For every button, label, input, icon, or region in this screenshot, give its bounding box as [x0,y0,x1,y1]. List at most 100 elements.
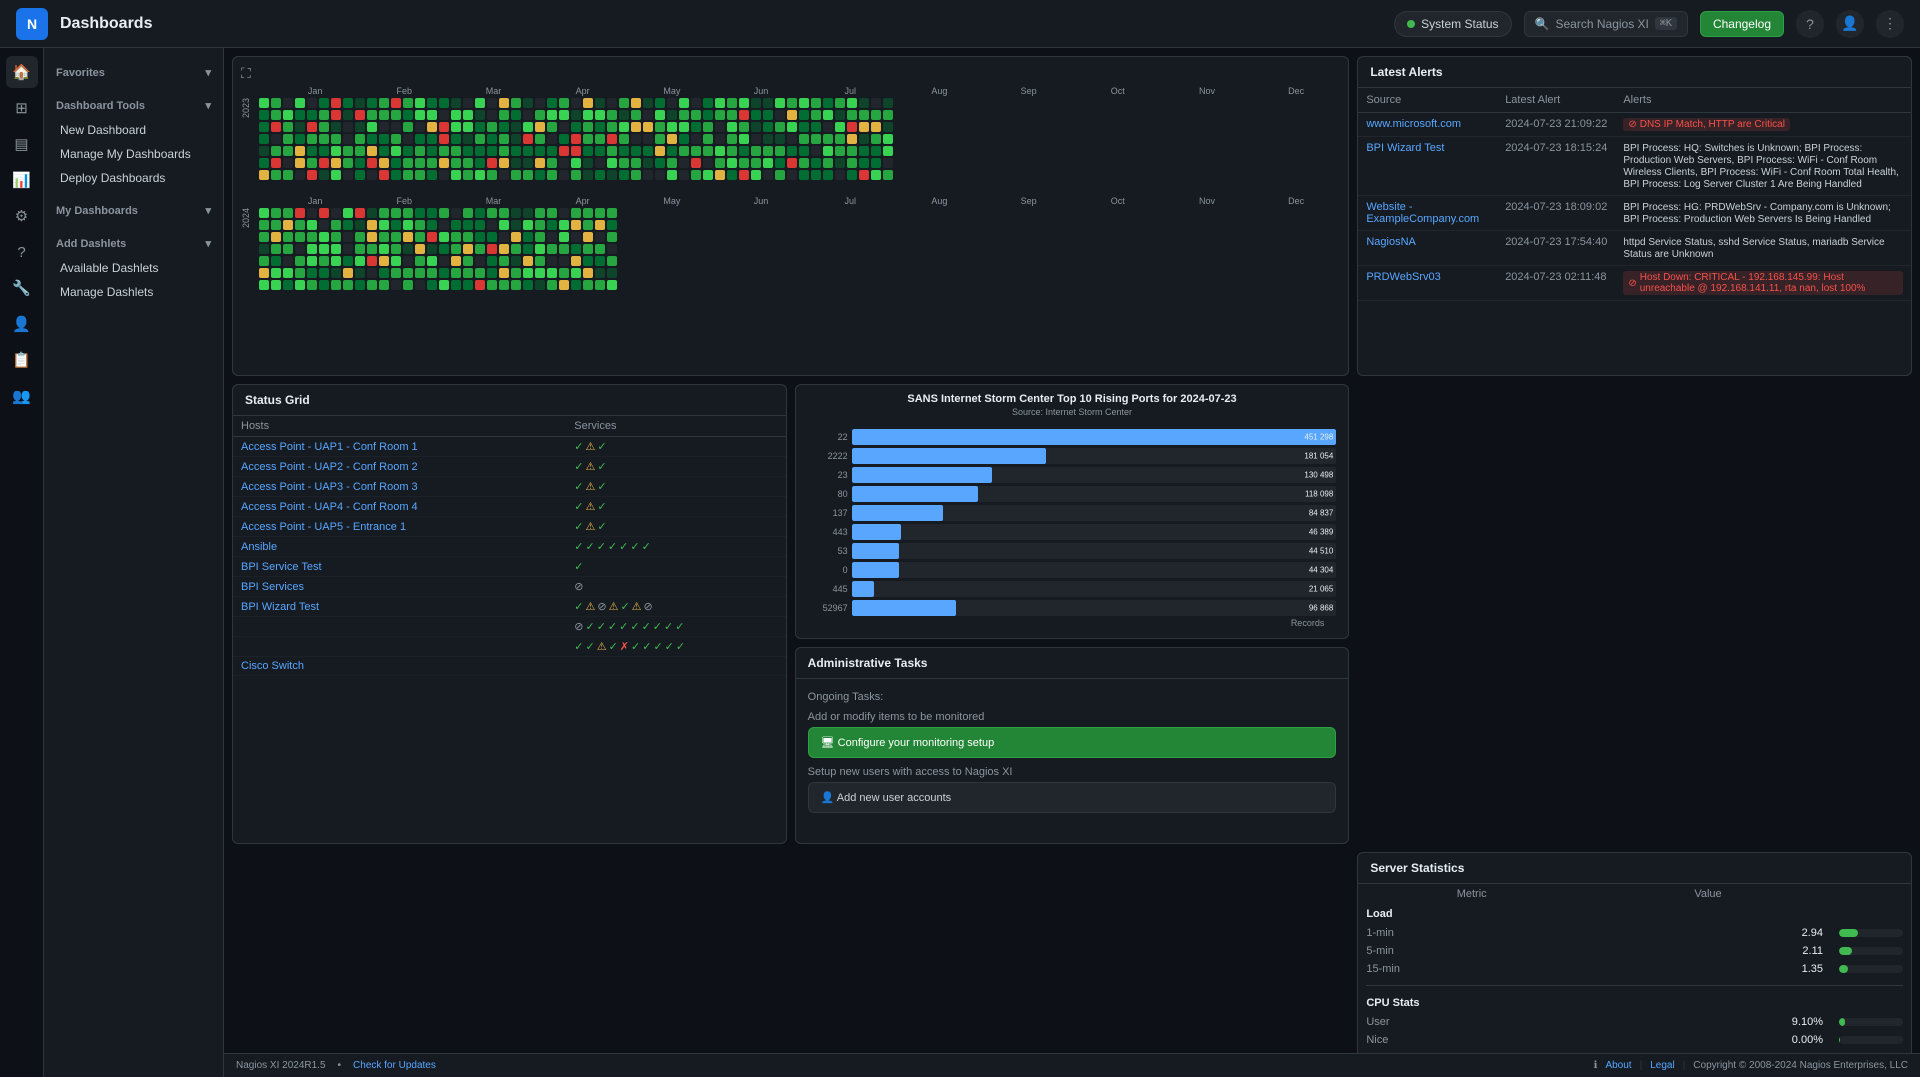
heatmap-cell[interactable] [535,220,545,230]
heatmap-cell[interactable] [727,146,737,156]
heatmap-cell[interactable] [463,220,473,230]
heatmap-cell[interactable] [727,134,737,144]
heatmap-cell[interactable] [307,158,317,168]
heatmap-cell[interactable] [787,146,797,156]
sidebar-chart-icon[interactable]: 📊 [6,164,38,196]
heatmap-cell[interactable] [859,110,869,120]
heatmap-week[interactable] [439,208,449,290]
heatmap-cell[interactable] [415,220,425,230]
heatmap-cell[interactable] [391,98,401,108]
heatmap-cell[interactable] [787,170,797,180]
user-icon[interactable]: 👤 [1836,10,1864,38]
heatmap-cell[interactable] [403,110,413,120]
heatmap-cell[interactable] [499,244,509,254]
heatmap-cell[interactable] [391,232,401,242]
heatmap-cell[interactable] [559,244,569,254]
heatmap-week[interactable] [643,98,653,180]
heatmap-cell[interactable] [871,110,881,120]
heatmap-cell[interactable] [331,208,341,218]
heatmap-cell[interactable] [739,122,749,132]
heatmap-cell[interactable] [607,232,617,242]
heatmap-cell[interactable] [619,134,629,144]
heatmap-cell[interactable] [271,256,281,266]
heatmap-cell[interactable] [259,170,269,180]
heatmap-cell[interactable] [703,146,713,156]
sidebar-manage-dashlets[interactable]: Manage Dashlets [44,280,223,304]
heatmap-cell[interactable] [283,170,293,180]
heatmap-cell[interactable] [583,170,593,180]
heatmap-cell[interactable] [691,122,701,132]
sidebar-manage-dashboards[interactable]: Manage My Dashboards [44,142,223,166]
heatmap-cell[interactable] [523,244,533,254]
heatmap-cell[interactable] [667,170,677,180]
heatmap-cell[interactable] [343,268,353,278]
heatmap-cell[interactable] [523,232,533,242]
heatmap-cell[interactable] [451,256,461,266]
heatmap-cell[interactable] [415,98,425,108]
heatmap-cell[interactable] [271,244,281,254]
heatmap-week[interactable] [655,98,665,180]
alert-source-1[interactable]: BPI Wizard Test [1358,137,1497,196]
heatmap-week[interactable] [427,208,437,290]
heatmap-week[interactable] [451,208,461,290]
heatmap-cell[interactable] [403,220,413,230]
heatmap-cell[interactable] [559,122,569,132]
heatmap-cell[interactable] [547,280,557,290]
heatmap-week[interactable] [511,98,521,180]
heatmap-cell[interactable] [799,158,809,168]
heatmap-cell[interactable] [787,134,797,144]
heatmap-cell[interactable] [823,122,833,132]
add-user-accounts-button[interactable]: 👤 Add new user accounts [808,782,1337,813]
heatmap-cell[interactable] [511,170,521,180]
sidebar-my-dashboards-header[interactable]: My Dashboards ▾ [44,198,223,223]
heatmap-week[interactable] [463,208,473,290]
heatmap-cell[interactable] [307,134,317,144]
heatmap-cell[interactable] [559,256,569,266]
heatmap-cell[interactable] [259,220,269,230]
heatmap-week[interactable] [583,208,593,290]
heatmap-cell[interactable] [607,256,617,266]
heatmap-week[interactable] [739,98,749,180]
heatmap-cell[interactable] [823,134,833,144]
heatmap-cell[interactable] [271,134,281,144]
heatmap-cell[interactable] [403,244,413,254]
heatmap-cell[interactable] [283,134,293,144]
heatmap-cell[interactable] [439,220,449,230]
heatmap-cell[interactable] [859,158,869,168]
heatmap-cell[interactable] [775,134,785,144]
heatmap-cell[interactable] [631,158,641,168]
heatmap-week[interactable] [415,208,425,290]
heatmap-cell[interactable] [367,232,377,242]
heatmap-cell[interactable] [295,220,305,230]
heatmap-cell[interactable] [499,208,509,218]
heatmap-week[interactable] [523,208,533,290]
heatmap-cell[interactable] [547,170,557,180]
heatmap-week[interactable] [331,208,341,290]
heatmap-cell[interactable] [643,134,653,144]
heatmap-cell[interactable] [307,268,317,278]
heatmap-cell[interactable] [403,268,413,278]
heatmap-cell[interactable] [511,122,521,132]
heatmap-week[interactable] [319,208,329,290]
heatmap-cell[interactable] [499,256,509,266]
heatmap-cell[interactable] [343,220,353,230]
heatmap-cell[interactable] [439,122,449,132]
heatmap-cell[interactable] [319,110,329,120]
heatmap-week[interactable] [343,208,353,290]
heatmap-cell[interactable] [379,110,389,120]
heatmap-cell[interactable] [355,220,365,230]
heatmap-cell[interactable] [871,98,881,108]
heatmap-cell[interactable] [319,98,329,108]
heatmap-week[interactable] [715,98,725,180]
heatmap-cell[interactable] [271,98,281,108]
heatmap-cell[interactable] [583,244,593,254]
heatmap-week[interactable] [379,98,389,180]
heatmap-cell[interactable] [475,110,485,120]
heatmap-cell[interactable] [811,158,821,168]
heatmap-cell[interactable] [379,208,389,218]
heatmap-cell[interactable] [679,98,689,108]
heatmap-cell[interactable] [487,256,497,266]
heatmap-cell[interactable] [511,134,521,144]
heatmap-week[interactable] [295,98,305,180]
sidebar-tools-header[interactable]: Dashboard Tools ▾ [44,93,223,118]
